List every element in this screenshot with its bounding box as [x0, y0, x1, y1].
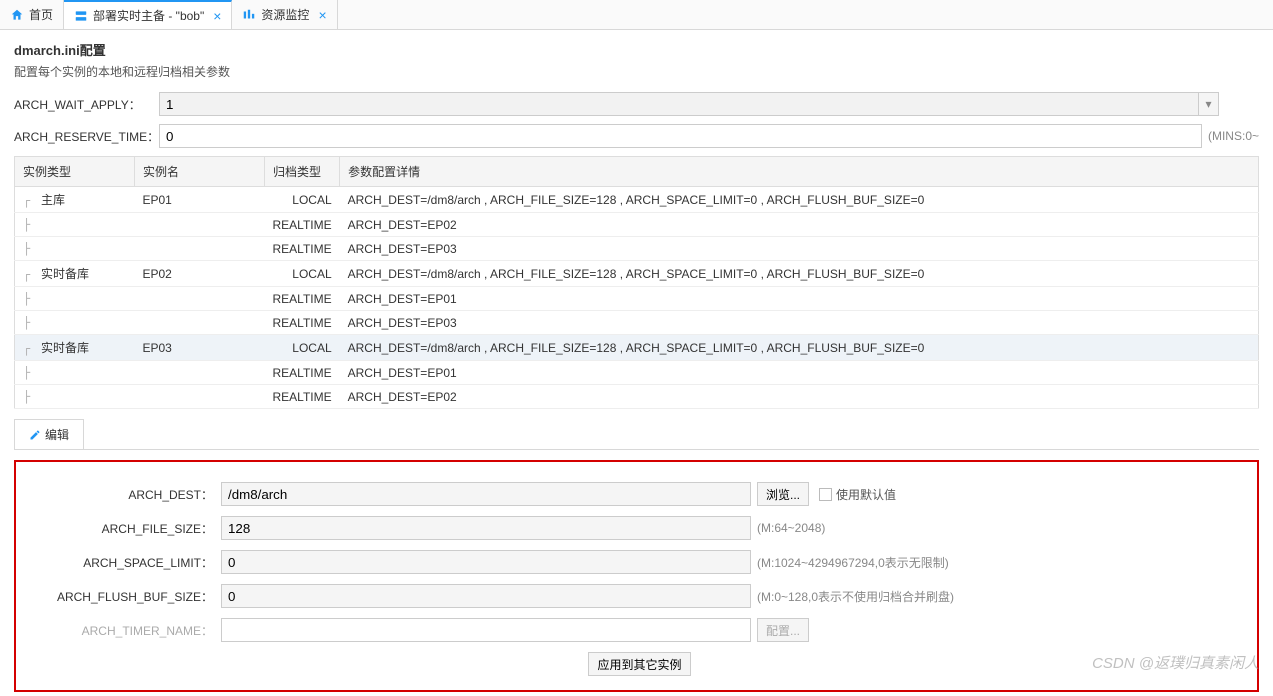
- close-icon[interactable]: ×: [318, 7, 326, 23]
- sub-tab-bar: 编辑: [14, 419, 1259, 450]
- arch-dest-label: ARCH_DEST：: [26, 486, 221, 503]
- arch-reserve-time-combo[interactable]: [159, 124, 1202, 148]
- use-default-checkbox[interactable]: 使用默认值: [819, 486, 896, 503]
- browse-button[interactable]: 浏览...: [757, 482, 809, 506]
- arch-reserve-time-row: ARCH_RESERVE_TIME： (MINS:0~: [0, 120, 1273, 152]
- table-row[interactable]: ├REALTIMEARCH_DEST=EP03: [15, 237, 1259, 261]
- instance-grid: 实例类型 实例名 归档类型 参数配置详情 ┌主库EP01LOCALARCH_DE…: [14, 156, 1259, 409]
- server-icon: [74, 9, 88, 23]
- col-instance-type[interactable]: 实例类型: [15, 157, 135, 187]
- arch-space-limit-row: ARCH_SPACE_LIMIT： (M:1024~4294967294,0表示…: [26, 550, 1247, 574]
- home-icon: [10, 8, 24, 22]
- col-instance-name[interactable]: 实例名: [135, 157, 265, 187]
- close-icon[interactable]: ×: [213, 8, 221, 24]
- arch-reserve-time-hint: (MINS:0~: [1208, 129, 1259, 143]
- checkbox-icon: [819, 488, 832, 501]
- table-row[interactable]: ├REALTIMEARCH_DEST=EP02: [15, 385, 1259, 409]
- arch-dest-row: ARCH_DEST： 浏览... 使用默认值: [26, 482, 1247, 506]
- arch-flush-buf-size-input[interactable]: [221, 584, 751, 608]
- arch-space-limit-input[interactable]: [221, 550, 751, 574]
- arch-wait-apply-row: ARCH_WAIT_APPLY： ▾: [0, 88, 1273, 120]
- tab-deploy[interactable]: 部署实时主备 - "bob" ×: [64, 0, 232, 29]
- arch-flush-buf-size-label: ARCH_FLUSH_BUF_SIZE：: [26, 588, 221, 605]
- table-row[interactable]: ┌主库EP01LOCALARCH_DEST=/dm8/arch , ARCH_F…: [15, 187, 1259, 213]
- table-row[interactable]: ┌实时备库EP03LOCALARCH_DEST=/dm8/arch , ARCH…: [15, 335, 1259, 361]
- tab-bar: 首页 部署实时主备 - "bob" × 资源监控 ×: [0, 0, 1273, 30]
- section-subtitle: 配置每个实例的本地和远程归档相关参数: [0, 63, 1273, 88]
- grid-header-row: 实例类型 实例名 归档类型 参数配置详情: [15, 157, 1259, 187]
- apply-to-others-button[interactable]: 应用到其它实例: [588, 652, 690, 676]
- arch-wait-apply-combo[interactable]: ▾: [159, 92, 1219, 116]
- monitor-icon: [242, 8, 256, 22]
- arch-file-size-input[interactable]: [221, 516, 751, 540]
- arch-reserve-time-label: ARCH_RESERVE_TIME：: [14, 128, 159, 145]
- subtab-edit-label: 编辑: [45, 426, 69, 443]
- tab-monitor[interactable]: 资源监控 ×: [232, 0, 337, 29]
- arch-dest-input[interactable]: [221, 482, 751, 506]
- config-button: 配置...: [757, 618, 809, 642]
- arch-wait-apply-input[interactable]: [159, 92, 1199, 116]
- tab-label: 部署实时主备 - "bob": [93, 7, 204, 24]
- pencil-icon: [29, 429, 41, 441]
- tab-label: 资源监控: [261, 6, 309, 23]
- tab-label: 首页: [29, 6, 53, 23]
- arch-wait-apply-label: ARCH_WAIT_APPLY：: [14, 96, 159, 113]
- arch-flush-buf-size-row: ARCH_FLUSH_BUF_SIZE： (M:0~128,0表示不使用归档合并…: [26, 584, 1247, 608]
- table-row[interactable]: ├REALTIMEARCH_DEST=EP01: [15, 361, 1259, 385]
- arch-file-size-hint: (M:64~2048): [757, 521, 825, 535]
- arch-space-limit-hint: (M:1024~4294967294,0表示无限制): [757, 554, 949, 571]
- arch-space-limit-label: ARCH_SPACE_LIMIT：: [26, 554, 221, 571]
- table-row[interactable]: ├REALTIMEARCH_DEST=EP03: [15, 311, 1259, 335]
- table-row[interactable]: ├REALTIMEARCH_DEST=EP02: [15, 213, 1259, 237]
- chevron-down-icon[interactable]: ▾: [1199, 92, 1219, 116]
- arch-timer-name-row: ARCH_TIMER_NAME： 配置...: [26, 618, 1247, 642]
- arch-timer-name-input: [221, 618, 751, 642]
- tab-home[interactable]: 首页: [0, 0, 64, 29]
- arch-file-size-row: ARCH_FILE_SIZE： (M:64~2048): [26, 516, 1247, 540]
- arch-reserve-time-input[interactable]: [159, 124, 1202, 148]
- table-row[interactable]: ┌实时备库EP02LOCALARCH_DEST=/dm8/arch , ARCH…: [15, 261, 1259, 287]
- use-default-label: 使用默认值: [836, 486, 896, 503]
- table-row[interactable]: ├REALTIMEARCH_DEST=EP01: [15, 287, 1259, 311]
- arch-timer-name-label: ARCH_TIMER_NAME：: [26, 622, 221, 639]
- col-param-detail[interactable]: 参数配置详情: [340, 157, 1259, 187]
- col-arch-type[interactable]: 归档类型: [265, 157, 340, 187]
- section-title: dmarch.ini配置: [0, 30, 1273, 63]
- edit-panel: ARCH_DEST： 浏览... 使用默认值 ARCH_FILE_SIZE： (…: [14, 460, 1259, 692]
- arch-flush-buf-size-hint: (M:0~128,0表示不使用归档合并刷盘): [757, 588, 954, 605]
- arch-file-size-label: ARCH_FILE_SIZE：: [26, 520, 221, 537]
- subtab-edit[interactable]: 编辑: [14, 419, 84, 449]
